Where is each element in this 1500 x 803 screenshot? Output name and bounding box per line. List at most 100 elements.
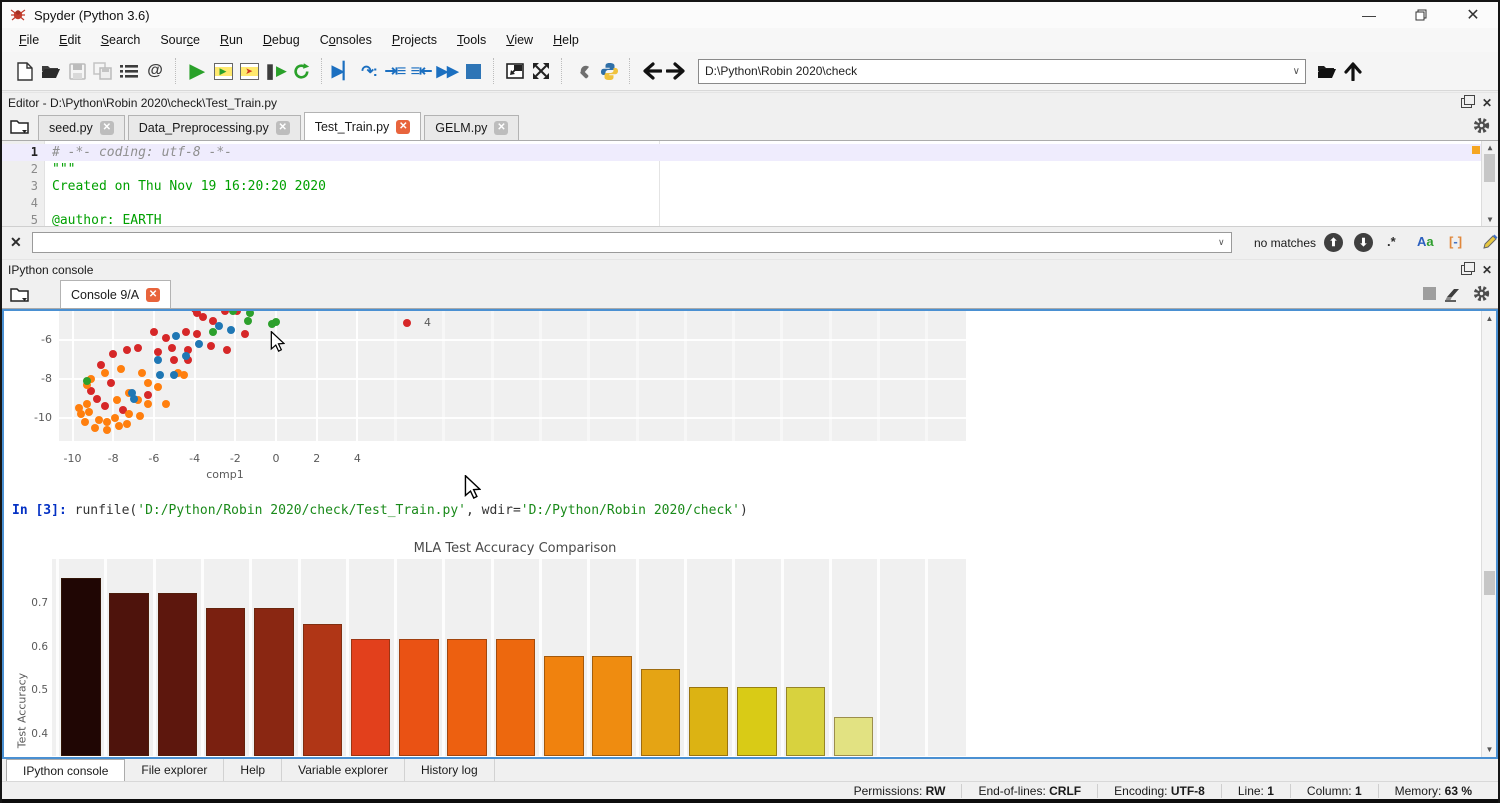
scatter-x-axis-label: comp1 bbox=[199, 468, 251, 481]
menu-item-file[interactable]: File bbox=[10, 30, 48, 50]
plugin-tab-ipython-console[interactable]: IPython console bbox=[6, 759, 125, 781]
menu-item-view[interactable]: View bbox=[497, 30, 542, 50]
browse-tabs-icon[interactable] bbox=[10, 117, 32, 137]
editor-tab-Data_Preprocessing.py[interactable]: Data_Preprocessing.py ✕ bbox=[128, 115, 301, 140]
bar-gridline bbox=[636, 559, 639, 756]
scroll-up-icon[interactable]: ▲ bbox=[1482, 314, 1497, 323]
menu-item-edit[interactable]: Edit bbox=[50, 30, 90, 50]
run-cell-advance-icon[interactable]: ➤ bbox=[236, 58, 262, 84]
scatter-point-cluster-orange bbox=[91, 424, 99, 432]
new-file-icon[interactable] bbox=[12, 58, 38, 84]
close-tab-icon[interactable]: ✕ bbox=[276, 121, 290, 135]
menu-item-debug[interactable]: Debug bbox=[254, 30, 309, 50]
clear-console-icon[interactable] bbox=[1444, 287, 1462, 302]
scatter-point-cluster-red bbox=[199, 313, 207, 321]
code-line: 5@author: EARTH bbox=[2, 212, 1498, 226]
toolbar-separator bbox=[629, 58, 631, 84]
case-sensitive-toggle-icon[interactable]: Aa bbox=[1417, 234, 1434, 249]
ipython-console-output[interactable]: -10-8-6-4-2024-6-8-10comp14 In [3]: runf… bbox=[2, 309, 1498, 759]
scatter-gridline bbox=[59, 417, 966, 419]
console-text-segment: 'D:/Python/Robin 2020/check' bbox=[521, 503, 740, 518]
back-icon[interactable] bbox=[638, 58, 664, 84]
close-tab-icon[interactable]: ✕ bbox=[494, 121, 508, 135]
stop-debug-icon[interactable] bbox=[460, 58, 486, 84]
regex-toggle-icon[interactable]: .* bbox=[1387, 234, 1396, 249]
close-search-icon[interactable]: ✕ bbox=[10, 235, 22, 249]
bar-gridline bbox=[491, 559, 494, 756]
continue-execution-icon[interactable]: ▶▶ bbox=[434, 58, 460, 84]
debug-cell-icon[interactable]: ↷: bbox=[356, 58, 382, 84]
symbol-finder-icon[interactable]: @ bbox=[142, 58, 168, 84]
save-icon[interactable] bbox=[64, 58, 90, 84]
save-all-icon[interactable] bbox=[90, 58, 116, 84]
find-previous-icon[interactable]: ⬆ bbox=[1324, 233, 1343, 252]
restore-button[interactable] bbox=[1412, 6, 1430, 24]
parent-directory-icon[interactable] bbox=[1340, 58, 1366, 84]
step-over-icon[interactable]: ⇥≡ bbox=[382, 58, 408, 84]
browse-directory-icon[interactable] bbox=[1314, 58, 1340, 84]
forward-icon[interactable] bbox=[664, 58, 690, 84]
console-options-gear-icon[interactable] bbox=[1473, 285, 1490, 302]
close-button[interactable]: ✕ bbox=[1464, 6, 1482, 24]
whole-word-toggle-icon[interactable]: [-] bbox=[1449, 234, 1462, 249]
menu-item-consoles[interactable]: Consoles bbox=[311, 30, 381, 50]
menu-item-run[interactable]: Run bbox=[211, 30, 252, 50]
editor-options-gear-icon[interactable] bbox=[1473, 117, 1490, 134]
menu-item-source[interactable]: Source bbox=[151, 30, 209, 50]
close-pane-icon[interactable]: ✕ bbox=[1482, 97, 1492, 109]
step-return-icon[interactable]: ≡⇤ bbox=[408, 58, 434, 84]
editor-scrollbar-thumb[interactable] bbox=[1484, 154, 1495, 182]
editor-tab-seed.py[interactable]: seed.py ✕ bbox=[38, 115, 125, 140]
interrupt-kernel-icon[interactable] bbox=[1423, 287, 1436, 300]
menu-item-projects[interactable]: Projects bbox=[383, 30, 446, 50]
menu-item-search[interactable]: Search bbox=[92, 30, 150, 50]
code-editor[interactable]: 1# -*- coding: utf-8 -*-2"""3Created on … bbox=[2, 141, 1498, 226]
scatter-gridline bbox=[394, 311, 397, 441]
rerun-cell-icon[interactable] bbox=[288, 58, 314, 84]
console-scrollbar[interactable]: ▲ ▼ bbox=[1481, 311, 1497, 757]
plugin-tab-variable-explorer[interactable]: Variable explorer bbox=[282, 759, 405, 781]
editor-tab-GELM.py[interactable]: GELM.py✕ bbox=[424, 115, 519, 140]
menu-item-tools[interactable]: Tools bbox=[448, 30, 495, 50]
find-next-icon[interactable]: ⬇ bbox=[1354, 233, 1373, 252]
plugin-tab-file-explorer[interactable]: File explorer bbox=[125, 759, 224, 781]
working-directory-combobox[interactable]: D:\Python\Robin 2020\check ∨ bbox=[698, 59, 1306, 84]
chevron-down-icon[interactable]: ∨ bbox=[1293, 66, 1300, 77]
console-tab[interactable]: Console 9/A ✕ bbox=[60, 280, 171, 308]
close-tab-icon[interactable]: ✕ bbox=[396, 120, 410, 134]
scroll-down-icon[interactable]: ▼ bbox=[1482, 745, 1497, 754]
editor-tab-label: Data_Preprocessing.py bbox=[139, 121, 269, 135]
run-file-icon[interactable]: ▶ bbox=[184, 58, 210, 84]
fullscreen-icon[interactable] bbox=[528, 58, 554, 84]
search-input[interactable] bbox=[32, 232, 1232, 253]
undock-pane-icon[interactable] bbox=[1461, 265, 1472, 275]
editor-tab-Test_Train.py[interactable]: Test_Train.py✕ bbox=[304, 112, 422, 140]
console-scrollbar-thumb[interactable] bbox=[1484, 571, 1495, 595]
plugin-tab-help[interactable]: Help bbox=[224, 759, 282, 781]
code-text: Created on Thu Nov 19 16:20:20 2020 bbox=[52, 178, 326, 195]
file-switcher-icon[interactable] bbox=[116, 58, 142, 84]
highlight-matches-icon[interactable] bbox=[1482, 233, 1499, 250]
browse-tabs-icon[interactable] bbox=[10, 285, 32, 305]
close-pane-icon[interactable]: ✕ bbox=[1482, 264, 1492, 276]
search-history-chevron-icon[interactable]: ∨ bbox=[1218, 237, 1225, 248]
scatter-point-cluster-orange bbox=[138, 369, 146, 377]
python-logo-icon[interactable] bbox=[596, 58, 622, 84]
editor-scrollbar[interactable]: ▲ ▼ bbox=[1481, 141, 1498, 226]
minimize-button[interactable]: — bbox=[1360, 6, 1378, 24]
maximize-pane-icon[interactable] bbox=[502, 58, 528, 84]
debug-file-icon[interactable]: ▶▏ bbox=[330, 58, 356, 84]
open-file-icon[interactable] bbox=[38, 58, 64, 84]
close-tab-icon[interactable]: ✕ bbox=[146, 288, 160, 302]
scroll-down-icon[interactable]: ▼ bbox=[1482, 215, 1498, 224]
run-selection-icon[interactable]: ❚▶ bbox=[262, 58, 288, 84]
undock-pane-icon[interactable] bbox=[1461, 98, 1472, 108]
menu-item-help[interactable]: Help bbox=[544, 30, 588, 50]
run-cell-icon[interactable]: ▶ bbox=[210, 58, 236, 84]
close-tab-icon[interactable]: ✕ bbox=[100, 121, 114, 135]
scroll-up-icon[interactable]: ▲ bbox=[1482, 143, 1498, 152]
main-toolbar: @ ▶ ▶ ➤ ❚▶ ▶▏ ↷: ⇥≡ ≡⇤ ▶▶ bbox=[2, 52, 1498, 91]
editor-tab-label: seed.py bbox=[49, 121, 93, 135]
plugin-tab-history-log[interactable]: History log bbox=[405, 759, 495, 781]
preferences-wrench-icon[interactable] bbox=[570, 58, 596, 84]
